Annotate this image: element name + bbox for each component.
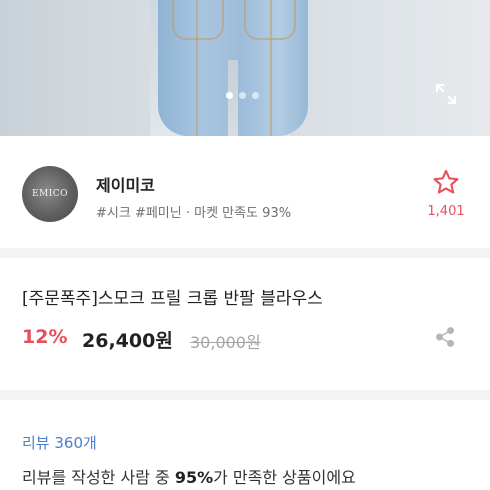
carousel-dot[interactable] — [252, 92, 259, 99]
expand-image-button[interactable] — [434, 82, 458, 106]
product-title: [주문폭주]스모크 프릴 크롭 반팔 블라우스 — [22, 289, 323, 309]
jeans-seam-left — [196, 0, 198, 136]
review-summary-prefix: 리뷰를 작성한 사람 중 — [22, 468, 175, 487]
discount-rate: 12% — [22, 326, 68, 348]
share-button[interactable] — [434, 326, 456, 348]
favorite-button[interactable]: 1,401 — [420, 164, 472, 226]
image-background-right — [290, 0, 490, 136]
jeans-seam-right — [270, 0, 272, 136]
seller-logo[interactable]: EMICO — [22, 166, 78, 222]
carousel-dots — [226, 92, 259, 99]
original-price: 30,000원 — [190, 333, 261, 352]
jeans-pocket-left — [172, 0, 224, 40]
review-count-link[interactable]: 리뷰 360개 — [22, 432, 97, 453]
section-divider — [0, 390, 490, 400]
carousel-dot[interactable] — [239, 92, 246, 99]
image-background-left — [0, 0, 150, 136]
expand-icon — [435, 83, 457, 105]
seller-name[interactable]: 제이미코 — [96, 172, 155, 196]
favorite-count: 1,401 — [427, 204, 465, 219]
section-divider — [0, 248, 490, 258]
product-image[interactable] — [0, 0, 490, 136]
seller-tags: #시크 #페미닌 · 마켓 만족도 93% — [96, 206, 292, 221]
seller-logo-text: EMICO — [31, 189, 69, 199]
star-outline-icon — [433, 169, 459, 194]
review-satisfaction-percent: 95% — [174, 468, 214, 487]
share-icon — [436, 327, 454, 347]
review-summary: 리뷰를 작성한 사람 중 95%가 만족한 상품이에요 — [22, 464, 356, 488]
sale-price: 26,400원 — [82, 330, 173, 352]
seller-section: EMICO 제이미코 #시크 #페미닌 · 마켓 만족도 93% 1,401 — [0, 136, 490, 248]
review-summary-suffix: 가 만족한 상품이에요 — [213, 468, 356, 487]
carousel-dot[interactable] — [226, 92, 233, 99]
